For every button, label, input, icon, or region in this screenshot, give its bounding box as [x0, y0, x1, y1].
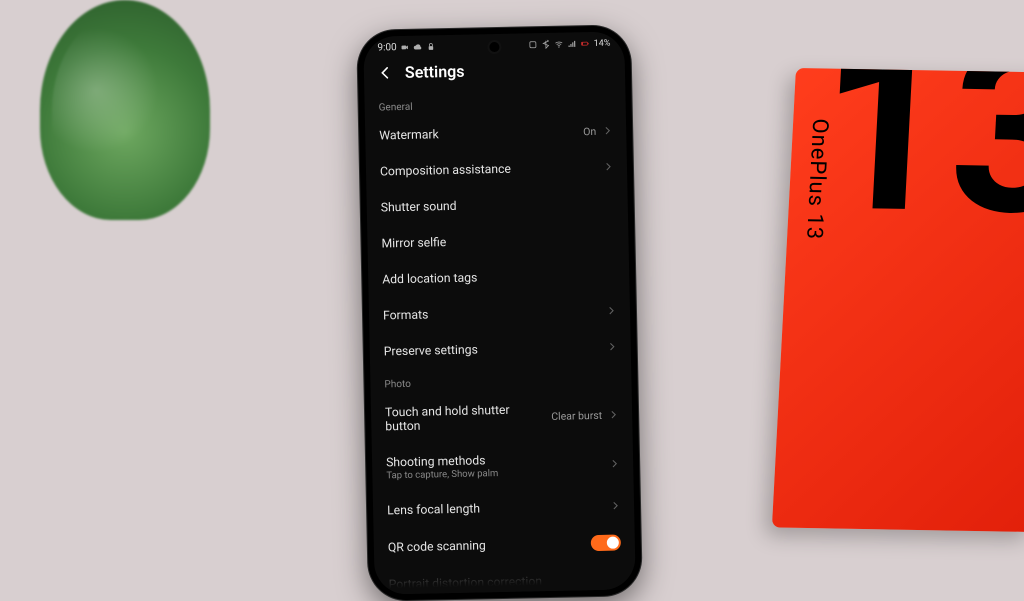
- chevron-right-icon: [607, 342, 617, 352]
- row-location-label: Add location tags: [382, 270, 477, 286]
- chevron-right-icon: [608, 410, 618, 420]
- row-portrait-distortion[interactable]: Portrait distortion correction: [374, 561, 636, 594]
- lock-icon: [427, 42, 436, 51]
- row-mirror-label: Mirror selfie: [381, 235, 446, 250]
- header-bar: Settings: [364, 50, 626, 92]
- phone-screen: 9:00 14% Settings: [363, 31, 636, 594]
- row-touch-hold-value: Clear burst: [551, 408, 602, 422]
- row-mirror-selfie[interactable]: Mirror selfie: [367, 220, 629, 261]
- row-watermark[interactable]: Watermark On: [365, 112, 627, 153]
- toggle-on[interactable]: [591, 535, 621, 552]
- row-preserve-label: Preserve settings: [384, 342, 478, 358]
- row-lens-label: Lens focal length: [387, 501, 480, 517]
- box-number-text: 13: [814, 68, 1024, 227]
- row-formats-label: Formats: [383, 307, 429, 322]
- scene-background: OnePlus 13 13 9:00 14%: [0, 0, 1024, 576]
- chevron-right-icon: [602, 126, 612, 136]
- plant-prop: [40, 0, 210, 220]
- row-watermark-label: Watermark: [379, 127, 439, 142]
- cloud-icon: [414, 43, 423, 52]
- row-shutter-sound[interactable]: Shutter sound: [366, 184, 628, 225]
- video-icon: [401, 43, 410, 52]
- chevron-right-icon: [610, 501, 620, 511]
- bluetooth-icon: [542, 40, 551, 49]
- row-composition-label: Composition assistance: [380, 162, 511, 179]
- row-composition[interactable]: Composition assistance: [366, 148, 628, 189]
- chevron-right-icon: [606, 306, 616, 316]
- row-qr-label: QR code scanning: [388, 538, 486, 554]
- signal-icon: [568, 39, 577, 48]
- wifi-icon: [555, 40, 564, 49]
- row-shooting-sublabel: Tap to capture, Show palm: [386, 468, 498, 481]
- row-formats[interactable]: Formats: [369, 292, 631, 333]
- chevron-right-icon: [603, 162, 613, 172]
- row-touch-hold-label: Touch and hold shutter button: [385, 402, 526, 433]
- row-touch-hold[interactable]: Touch and hold shutter button Clear burs…: [371, 389, 633, 444]
- nfc-icon: [529, 40, 538, 49]
- page-title: Settings: [405, 62, 465, 82]
- row-shooting-methods[interactable]: Shooting methods Tap to capture, Show pa…: [372, 439, 634, 492]
- row-preserve-settings[interactable]: Preserve settings: [369, 328, 631, 369]
- back-icon[interactable]: [378, 65, 393, 80]
- row-location-tags[interactable]: Add location tags: [368, 256, 630, 297]
- row-watermark-value: On: [583, 124, 596, 137]
- battery-percent: 14%: [594, 38, 611, 48]
- chevron-right-icon: [609, 459, 619, 469]
- status-time: 9:00: [377, 42, 397, 53]
- row-shutter-label: Shutter sound: [381, 199, 457, 215]
- row-shooting-label: Shooting methods: [386, 453, 498, 469]
- product-box: OnePlus 13 13: [772, 68, 1024, 532]
- row-lens-focal[interactable]: Lens focal length: [373, 487, 635, 528]
- row-qr-scanning[interactable]: QR code scanning: [373, 523, 635, 566]
- battery-icon: [581, 39, 590, 48]
- phone-frame: 9:00 14% Settings: [357, 25, 642, 601]
- row-portrait-label: Portrait distortion correction: [389, 574, 543, 591]
